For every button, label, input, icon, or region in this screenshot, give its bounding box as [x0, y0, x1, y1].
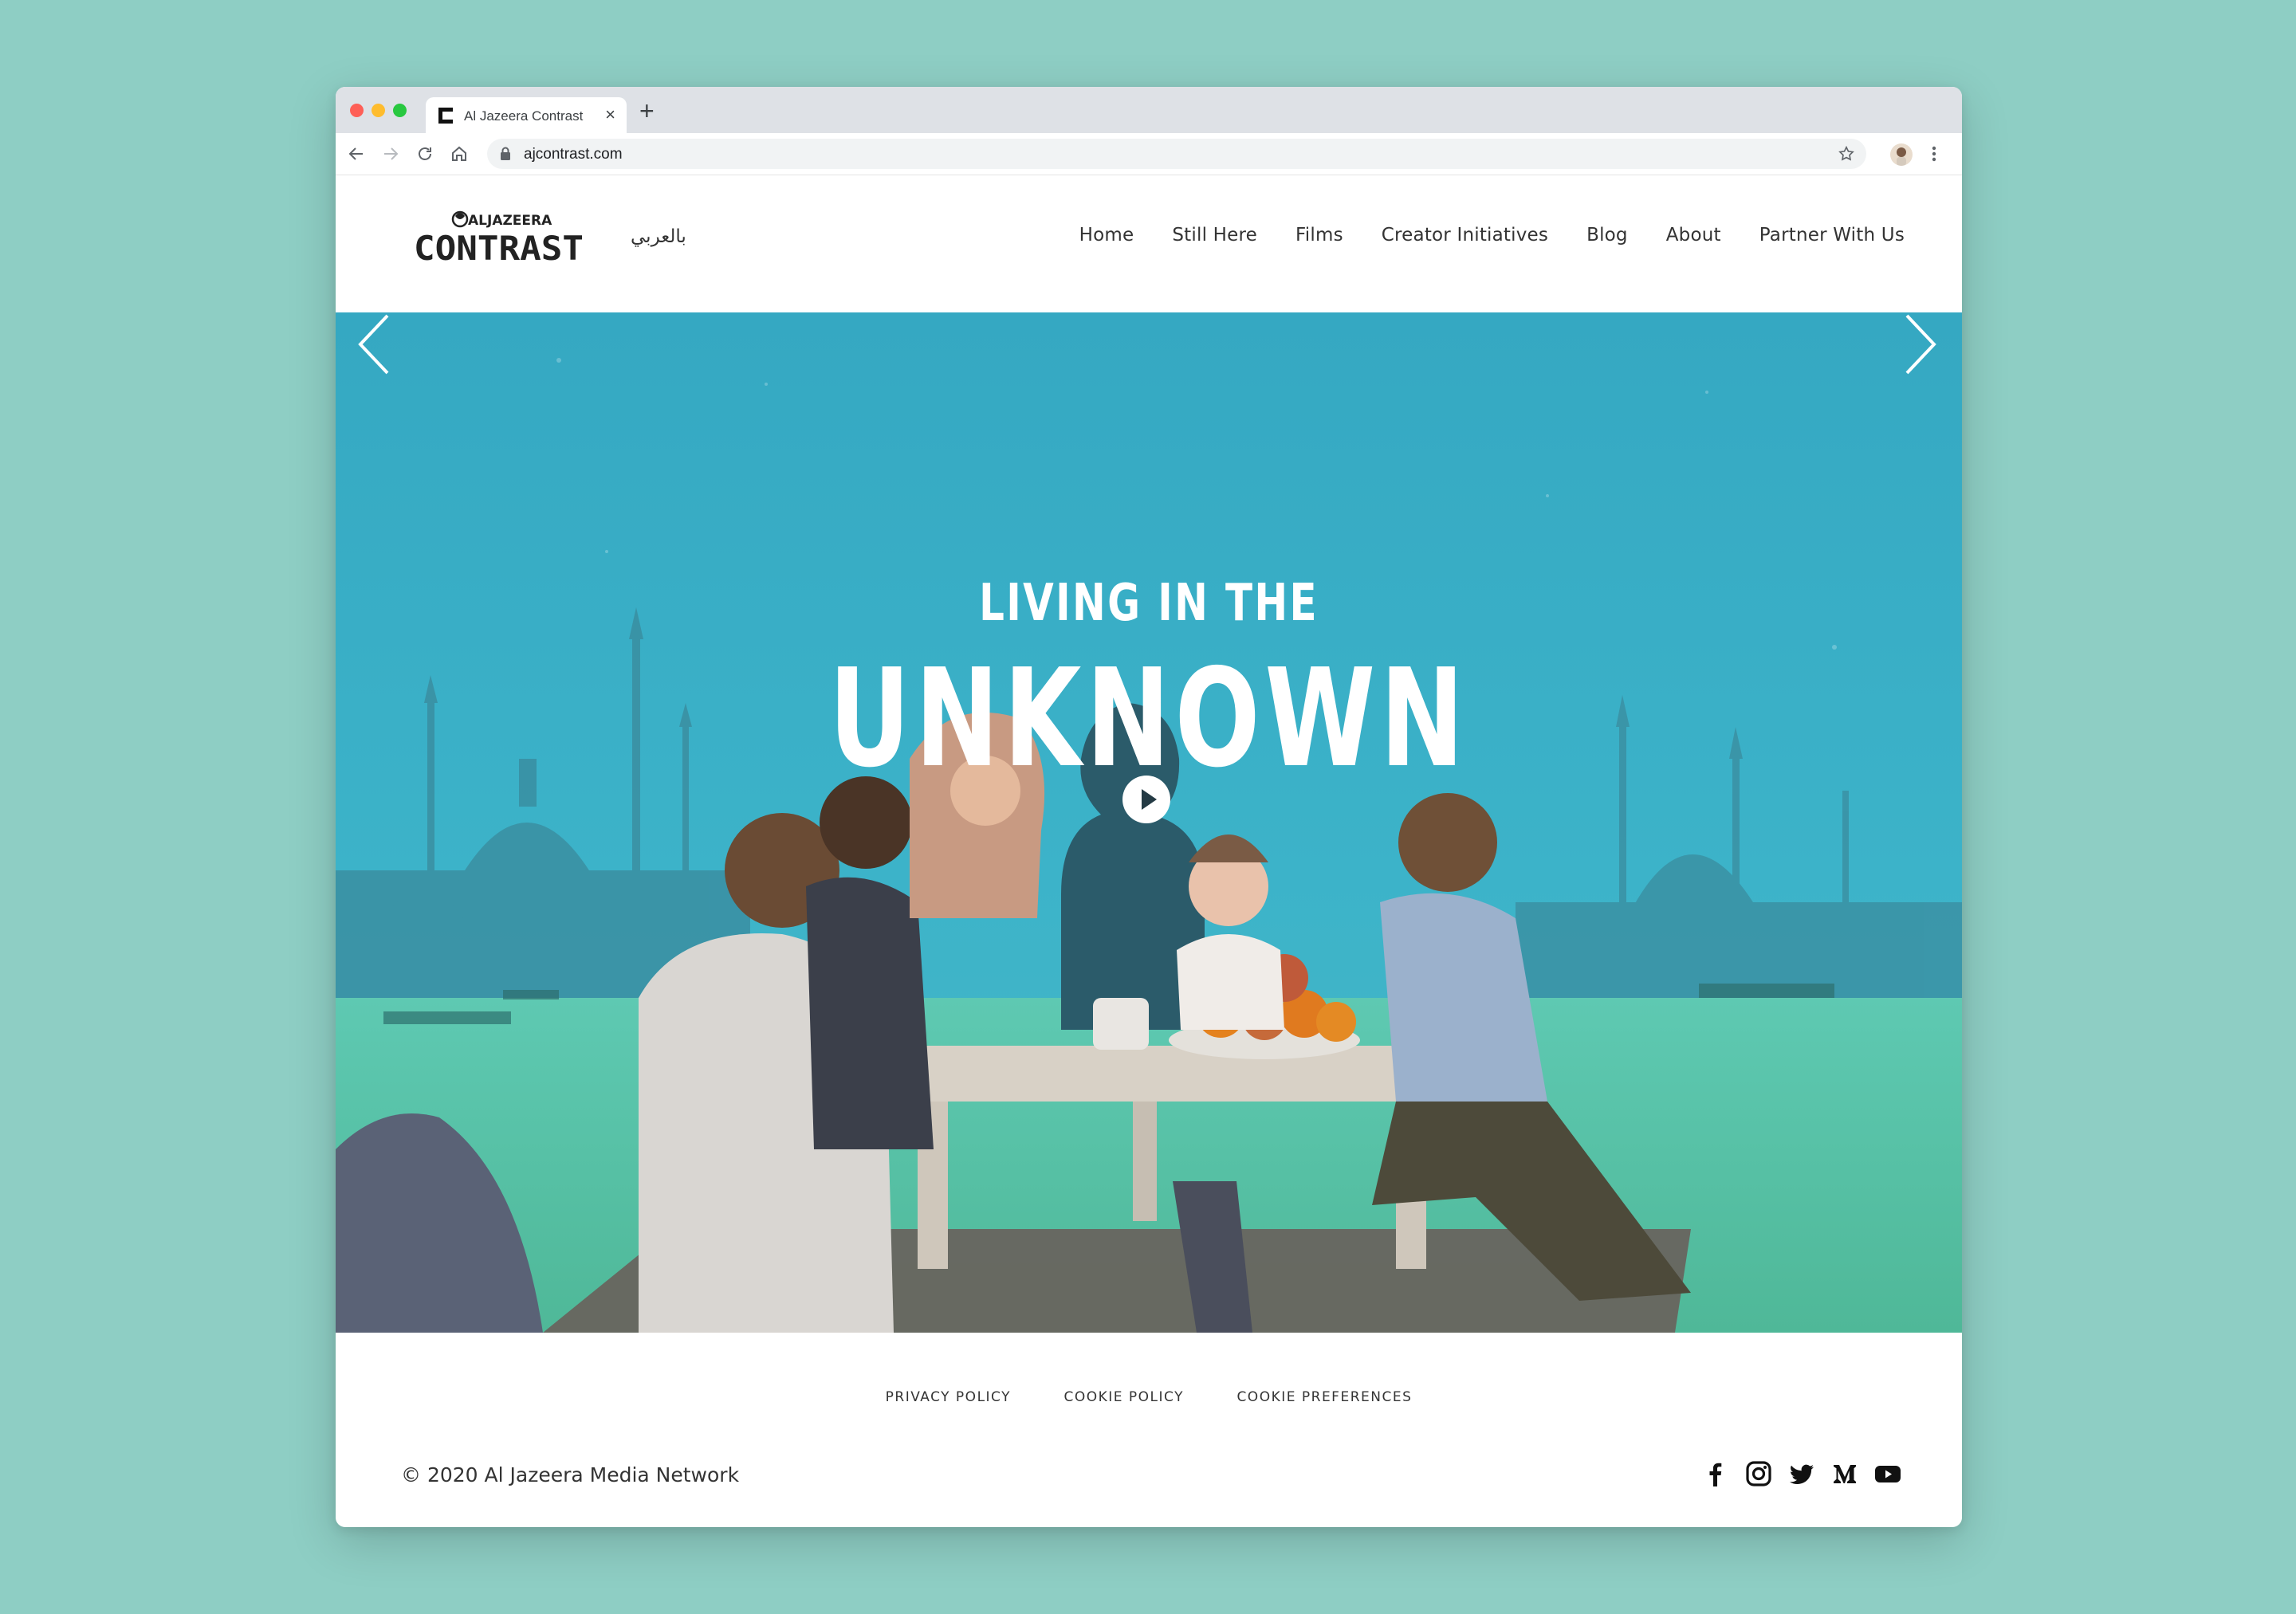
- contrast-favicon-icon: [438, 108, 453, 124]
- logo-aljazeera-text: ALJAZEERA: [468, 213, 552, 229]
- url-text[interactable]: ajcontrast.com: [524, 146, 623, 163]
- youtube-icon[interactable]: [1874, 1460, 1901, 1487]
- back-arrow-icon[interactable]: [347, 144, 366, 163]
- facebook-icon[interactable]: [1702, 1460, 1729, 1487]
- aljazeera-contrast-logo[interactable]: ALJAZEERA CONTRAST: [414, 202, 585, 265]
- nav-partner-with-us[interactable]: Partner With Us: [1759, 225, 1905, 245]
- reload-icon[interactable]: [415, 144, 434, 163]
- lock-icon: [501, 147, 510, 160]
- nav-films[interactable]: Films: [1295, 225, 1343, 245]
- play-video-button[interactable]: [1122, 776, 1170, 823]
- tab-close-icon[interactable]: ×: [605, 104, 615, 125]
- minimize-window-button[interactable]: [372, 104, 385, 117]
- cookie-policy-link[interactable]: COOKIE POLICY: [1063, 1389, 1184, 1405]
- social-links: [1702, 1460, 1901, 1487]
- profile-avatar[interactable]: [1890, 143, 1913, 166]
- arabic-language-link[interactable]: بالعربي: [631, 226, 686, 247]
- home-icon[interactable]: [450, 144, 469, 163]
- hero-title: UNKNOWN: [828, 640, 1469, 798]
- privacy-policy-link[interactable]: PRIVACY POLICY: [886, 1389, 1011, 1405]
- nav-still-here[interactable]: Still Here: [1172, 225, 1257, 245]
- profile-photo-icon: [1897, 147, 1906, 166]
- nav-creator-initiatives[interactable]: Creator Initiatives: [1382, 225, 1548, 245]
- tab-strip: Al Jazeera Contrast × +: [336, 87, 1962, 133]
- logo-contrast-text: CONTRAST: [414, 229, 584, 265]
- footer-links: PRIVACY POLICY COOKIE POLICY COOKIE PREF…: [336, 1389, 1962, 1405]
- maximize-window-button[interactable]: [393, 104, 407, 117]
- cookie-preferences-link[interactable]: COOKIE PREFERENCES: [1236, 1389, 1412, 1405]
- nav-about[interactable]: About: [1666, 225, 1721, 245]
- copyright-text: © 2020 Al Jazeera Media Network: [401, 1463, 740, 1486]
- tab-title: Al Jazeera Contrast: [464, 108, 584, 124]
- instagram-icon[interactable]: [1745, 1460, 1772, 1487]
- nav-home[interactable]: Home: [1079, 225, 1134, 245]
- medium-icon[interactable]: [1831, 1460, 1858, 1487]
- slider-prev-arrow-icon[interactable]: [356, 312, 392, 376]
- hero-slider[interactable]: LIVING IN THE UNKNOWN: [336, 312, 1962, 1333]
- twitter-icon[interactable]: [1788, 1460, 1815, 1487]
- browser-tab[interactable]: Al Jazeera Contrast ×: [426, 97, 627, 133]
- play-icon: [1142, 789, 1157, 810]
- forward-arrow-icon[interactable]: [381, 144, 400, 163]
- bookmark-star-icon[interactable]: [1838, 145, 1855, 163]
- new-tab-button[interactable]: +: [639, 97, 655, 124]
- close-window-button[interactable]: [350, 104, 364, 117]
- slider-next-arrow-icon[interactable]: [1902, 312, 1939, 376]
- browser-toolbar: ajcontrast.com: [336, 133, 1962, 175]
- hero-subtitle: LIVING IN THE: [979, 574, 1319, 633]
- browser-window: Al Jazeera Contrast × + ajcontrast.com A…: [336, 87, 1962, 1527]
- address-bar[interactable]: ajcontrast.com: [487, 139, 1866, 169]
- browser-menu-icon[interactable]: [1930, 144, 1938, 163]
- nav-blog[interactable]: Blog: [1586, 225, 1628, 245]
- main-nav: Home Still Here Films Creator Initiative…: [1041, 225, 1905, 245]
